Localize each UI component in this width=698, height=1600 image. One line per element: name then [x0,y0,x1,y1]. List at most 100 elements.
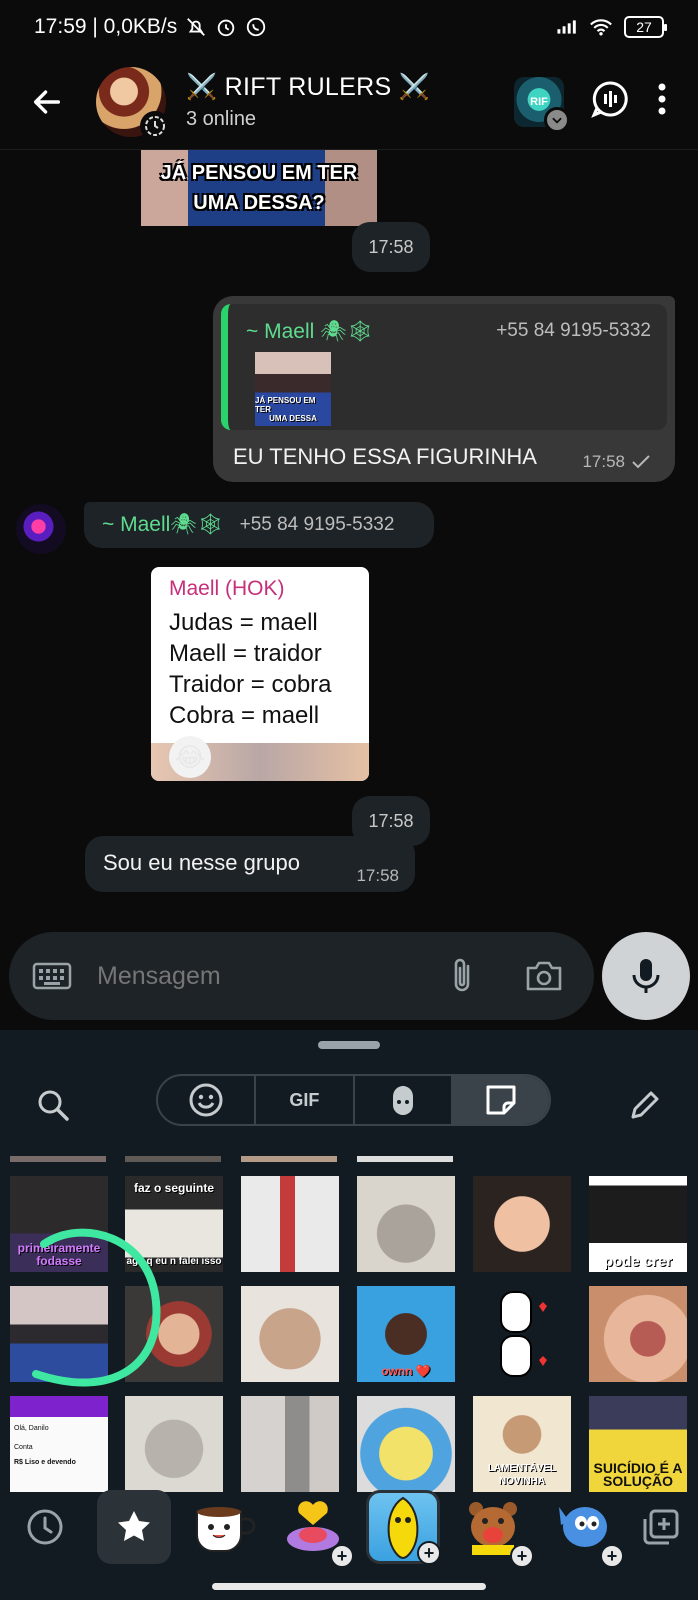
sender-phone: +55 84 9195-5332 [239,514,395,535]
quote-author: ~ Maell 🕷🕸 [246,320,374,343]
add-pack-icon[interactable]: + [417,1541,441,1565]
sticker-pack-bar: + + + + [0,1482,698,1568]
sticker-partial [125,1156,221,1162]
more-options-button[interactable] [656,81,668,122]
sticker-timestamp: 17:58 [352,222,430,272]
sticker-item[interactable] [241,1396,339,1492]
message-list[interactable]: JÁ PENSOU EM TER UMA DESSA? 17:58 ~ Mael… [0,150,698,920]
voice-chat-button[interactable] [590,79,630,124]
sticker-item[interactable]: pode crer [589,1176,687,1272]
sticker-message[interactable]: JÁ PENSOU EM TER UMA DESSA? [141,150,377,226]
camera-button[interactable] [522,954,566,998]
wifi-icon [590,16,612,38]
sticker-item[interactable] [125,1286,223,1382]
quote-thumb-text-1: JÁ PENSOU EM TER [255,396,316,414]
drag-handle[interactable] [318,1041,380,1049]
sticker-panel: GIF primeiramente fodasse faz o seguinte… [0,1030,698,1600]
sticker-item[interactable]: faz o seguinte age q eu n falei isso [125,1176,223,1272]
sticker-caption: pode crer [603,1253,673,1270]
message-text: EU TENHO ESSA FIGURINHA [233,444,537,469]
sticker-item[interactable]: SUICÍDIO É A SOLUÇÃO [589,1396,687,1492]
sticker-icon [486,1085,516,1115]
recent-stickers-tab[interactable] [8,1490,82,1564]
sticker-item[interactable] [241,1176,339,1272]
sticker-item[interactable] [241,1286,339,1382]
sticker-item[interactable]: ownn ❤️ [357,1286,455,1382]
favorite-stickers-tab[interactable] [97,1490,171,1564]
pencil-icon [631,1091,659,1119]
search-icon [38,1090,69,1121]
microphone-icon [632,959,660,993]
group-avatar[interactable] [96,66,170,141]
sender-header-bubble[interactable]: ~ Maell🕷🕸 +55 84 9195-5332 [84,502,434,548]
tab-avatar[interactable] [355,1076,453,1124]
clock-icon [27,1509,63,1545]
add-sticker-pack-button[interactable] [628,1490,694,1564]
sticker-pack-tab[interactable]: + [546,1490,624,1568]
add-pack-icon[interactable]: + [510,1544,534,1568]
back-button[interactable] [22,77,72,127]
sticker-line-2: Maell = traidor [169,640,322,667]
tab-emoji[interactable] [158,1076,257,1124]
sticker-caption: faz o seguinte [133,1181,214,1195]
sticker-item[interactable]: Olá, Danilo Conta R$ Liso e devendo [10,1396,108,1492]
message-input[interactable] [97,961,397,991]
quoted-message[interactable]: ~ Maell 🕷🕸 +55 84 9195-5332 JÁ PENSOU EM… [221,304,667,430]
message-text-2: Sou eu nesse grupo [103,850,300,875]
keyboard-toggle-button[interactable] [31,955,73,997]
sticker-item[interactable] [357,1396,455,1492]
chat-title-block[interactable]: ⚔️ RIFT RULERS ⚔️ 3 online [186,73,430,131]
sticker-caption: Olá, Danilo [14,1425,49,1432]
sticker-item[interactable]: primeiramente fodasse [10,1176,108,1272]
sticker-pack-tab[interactable]: + [456,1490,534,1568]
camera-icon [526,961,562,991]
reaction-emoji[interactable]: 😂 [169,736,211,778]
sticker-item[interactable]: LAMENTÁVEL NOVINHA [473,1396,571,1492]
keyboard-icon [32,962,72,990]
sticker-item[interactable] [589,1286,687,1382]
back-arrow-icon [33,89,61,114]
community-icon[interactable]: RIF [514,76,570,133]
sticker-pack-tab[interactable]: + [276,1490,354,1568]
sticker-item[interactable] [473,1286,571,1382]
quote-phone: +55 84 9195-5332 [496,320,651,341]
sticker-pack-tab[interactable]: + [366,1490,441,1565]
chevron-down-icon [544,106,570,133]
sticker-text-line-1: JÁ PENSOU EM TER [160,162,358,184]
library-add-icon [643,1509,679,1545]
sticker-edit-button[interactable] [622,1082,668,1128]
gif-label: GIF [289,1089,320,1110]
attach-button[interactable] [442,954,484,998]
sticker-line-3: Traidor = cobra [169,671,332,698]
outgoing-message[interactable]: ~ Maell 🕷🕸 +55 84 9195-5332 JÁ PENSOU EM… [213,296,675,482]
status-time: 17:59 | 0,0KB/s [34,15,178,38]
alarm-icon [215,16,237,38]
add-pack-icon[interactable]: + [600,1544,624,1568]
text-sticker[interactable]: Maell (HOK) Judas = maell Maell = traido… [151,567,369,781]
voice-record-button[interactable] [602,932,690,1020]
voice-chat-icon [591,81,628,118]
message-time: 17:58 [582,452,625,471]
message-meta: 17:58 [582,452,651,472]
tab-stickers[interactable] [452,1076,549,1124]
home-indicator[interactable] [212,1583,486,1590]
sticker-caption: R$ Liso e devendo [14,1459,76,1466]
status-ring-icon [140,110,170,141]
sticker-caption: primeiramente fodasse [17,1241,101,1268]
sender-avatar[interactable] [16,504,66,554]
sticker-pack-tab[interactable] [186,1490,260,1564]
sticker-line-1: Judas = maell [169,609,318,636]
sticker-item[interactable] [10,1286,108,1382]
star-icon [118,1511,150,1541]
message-time-2: 17:58 [356,866,399,885]
sticker-item[interactable] [125,1396,223,1492]
incoming-message[interactable]: Sou eu nesse grupo 17:58 [85,836,415,892]
add-pack-icon[interactable]: + [330,1544,354,1568]
battery-indicator: 27 [624,16,667,38]
sticker-search-button[interactable] [30,1082,76,1128]
sticker-caption: ownn ❤️ [381,1364,431,1378]
sticker-item[interactable] [473,1176,571,1272]
tab-gif[interactable]: GIF [256,1076,355,1124]
sticker-item[interactable] [357,1176,455,1272]
sticker-partial [10,1156,106,1162]
